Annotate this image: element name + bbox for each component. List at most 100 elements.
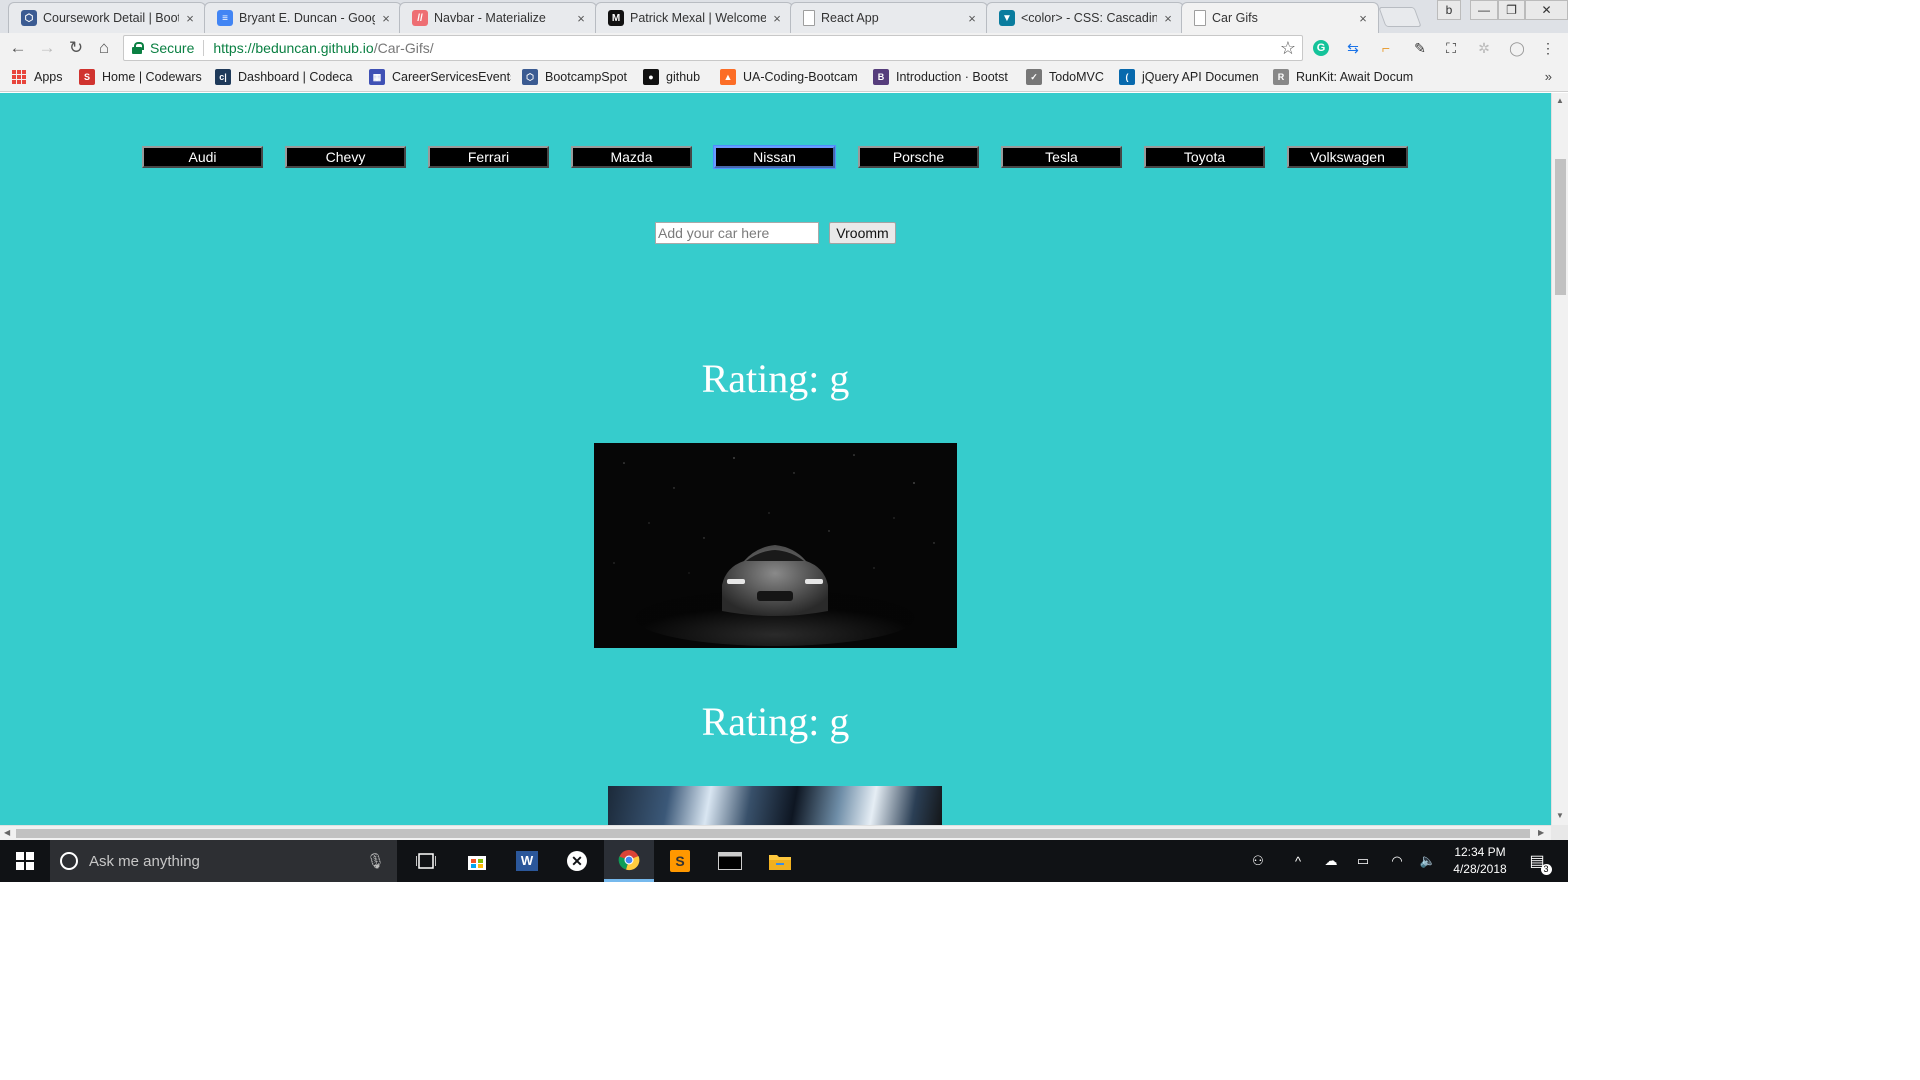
reload-button[interactable]: ↻: [65, 38, 87, 58]
car-button-audi[interactable]: Audi: [142, 146, 263, 168]
scroll-left-icon[interactable]: ◀: [4, 828, 10, 837]
page-viewport: Audi Chevy Ferrari Mazda Nissan Porsche Tesla T…: [0, 93, 1551, 825]
screenshot-icon[interactable]: ⛶: [1441, 38, 1461, 58]
eyedropper-icon[interactable]: ✎: [1410, 38, 1430, 58]
xbox-icon[interactable]: ✕: [553, 840, 601, 882]
close-window-button[interactable]: ✕: [1525, 0, 1568, 20]
browser-tab[interactable]: // Navbar - Materialize ×: [399, 2, 597, 33]
bookmark-item[interactable]: c| Dashboard | Codeca: [215, 68, 355, 86]
wifi-icon[interactable]: ◠: [1386, 840, 1408, 882]
system-clock[interactable]: 12:34 PM 4/28/2018: [1440, 844, 1520, 878]
tab-title: Car Gifs: [1212, 11, 1258, 25]
bookmark-item[interactable]: B Introduction · Bootst: [873, 68, 1013, 86]
grammarly-icon[interactable]: G: [1311, 38, 1331, 58]
bookmark-item[interactable]: ● github: [643, 68, 711, 86]
tab-close-icon[interactable]: ×: [1161, 11, 1175, 26]
cortana-search-box[interactable]: Ask me anything 🎙: [50, 840, 397, 882]
page-icon: [1194, 10, 1206, 26]
sync-arrows-icon[interactable]: ⇆: [1343, 38, 1363, 58]
home-button[interactable]: ⌂: [93, 38, 115, 58]
browser-tab[interactable]: ≡ Bryant E. Duncan - Goog ×: [204, 2, 402, 33]
back-button[interactable]: ←: [7, 38, 29, 58]
nissan-gtr-gif[interactable]: [594, 443, 957, 648]
more-bookmarks-icon[interactable]: »: [1545, 69, 1552, 84]
scroll-up-icon[interactable]: ▲: [1556, 96, 1564, 105]
scroll-down-icon[interactable]: ▼: [1556, 811, 1564, 820]
bookmark-item[interactable]: ✓ TodoMVC: [1026, 68, 1110, 86]
battery-icon[interactable]: ▭: [1352, 840, 1374, 882]
vertical-scrollbar[interactable]: ▲ ▼: [1551, 93, 1568, 825]
windows-start-icon[interactable]: [0, 840, 50, 882]
car-button-nissan[interactable]: Nissan: [713, 145, 836, 169]
bootstrap-icon: B: [873, 69, 889, 85]
car-racing-gif[interactable]: [608, 786, 942, 825]
browser-tab[interactable]: M Patrick Mexal | Welcome ×: [595, 2, 793, 33]
scroll-right-icon[interactable]: ▶: [1538, 828, 1544, 837]
bookmark-label: jQuery API Documen: [1142, 70, 1259, 84]
browser-tab[interactable]: Car Gifs ×: [1181, 2, 1379, 33]
vroomm-submit-button[interactable]: Vroomm: [829, 222, 896, 244]
url-host: https://beduncan.github.io: [213, 40, 374, 56]
microphone-icon[interactable]: 🎙: [366, 852, 385, 870]
onedrive-cloud-icon[interactable]: ☁: [1320, 840, 1342, 882]
gitlab-icon: ▲: [720, 69, 736, 85]
car-button-mazda[interactable]: Mazda: [571, 146, 692, 168]
people-icon[interactable]: ⚇: [1246, 840, 1270, 882]
address-bar[interactable]: Secure https://beduncan.github.io/Car-Gi…: [123, 35, 1303, 61]
bookmark-item[interactable]: ▲ UA-Coding-Bootcam: [720, 68, 860, 86]
tab-close-icon[interactable]: ×: [770, 11, 784, 26]
scrollbar-corner: [1551, 825, 1568, 840]
new-tab-button[interactable]: [1378, 7, 1422, 27]
browser-tab[interactable]: React App ×: [790, 2, 988, 33]
bookmark-item[interactable]: ( jQuery API Documen: [1119, 68, 1259, 86]
forward-button[interactable]: →: [36, 38, 58, 58]
vertical-scroll-thumb[interactable]: [1555, 159, 1566, 295]
tab-close-icon[interactable]: ×: [574, 11, 588, 26]
action-center-icon[interactable]: ▤ 3: [1522, 840, 1552, 882]
chrome-menu-icon[interactable]: ⋮: [1538, 38, 1558, 58]
volume-icon[interactable]: 🔈: [1417, 840, 1439, 882]
tab-close-icon[interactable]: ×: [183, 11, 197, 26]
horizontal-scroll-thumb[interactable]: [16, 829, 1530, 838]
bookmark-star-icon[interactable]: ☆: [1280, 38, 1296, 59]
google-docs-icon: ≡: [217, 10, 233, 26]
runkit-icon: R: [1273, 69, 1289, 85]
browser-tab[interactable]: ▼ <color> - CSS: Cascading ×: [986, 2, 1184, 33]
show-hidden-icons-chevron-icon[interactable]: ^: [1288, 840, 1308, 882]
terminal-icon[interactable]: [706, 840, 754, 882]
bookmark-label: RunKit: Await Docum: [1296, 70, 1413, 84]
paint-roller-icon[interactable]: ⌐: [1376, 38, 1396, 58]
bookmark-item[interactable]: S Home | Codewars: [79, 68, 207, 86]
car-button-volkswagen[interactable]: Volkswagen: [1287, 146, 1408, 168]
bookmark-item[interactable]: Apps: [11, 68, 69, 86]
restore-button[interactable]: ❐: [1498, 0, 1525, 20]
file-explorer-icon[interactable]: [756, 840, 804, 882]
bootcampspot-icon: ⬡: [522, 69, 538, 85]
bookmark-item[interactable]: R RunKit: Await Docum: [1273, 68, 1413, 86]
profile-icon[interactable]: b: [1437, 0, 1461, 20]
extension-puzzle-icon[interactable]: ✲: [1474, 38, 1494, 58]
sublime-text-icon[interactable]: S: [656, 840, 704, 882]
task-view-icon[interactable]: [405, 840, 447, 882]
bookmark-item[interactable]: ▦ CareerServicesEvents: [369, 68, 511, 86]
cortana-placeholder: Ask me anything: [89, 852, 200, 870]
minimize-button[interactable]: —: [1470, 0, 1498, 20]
store-icon[interactable]: [453, 840, 501, 882]
car-button-toyota[interactable]: Toyota: [1144, 146, 1265, 168]
horizontal-scrollbar[interactable]: ◀ ▶: [0, 825, 1551, 840]
word-icon[interactable]: W: [503, 840, 551, 882]
car-button-chevy[interactable]: Chevy: [285, 146, 406, 168]
tab-close-icon[interactable]: ×: [1356, 11, 1370, 26]
m-logo-icon: M: [608, 10, 624, 26]
tab-close-icon[interactable]: ×: [965, 11, 979, 26]
chrome-icon[interactable]: [604, 840, 654, 882]
car-button-ferrari[interactable]: Ferrari: [428, 146, 549, 168]
car-button-tesla[interactable]: Tesla: [1001, 146, 1122, 168]
car-name-input[interactable]: [655, 222, 819, 244]
bookmark-item[interactable]: ⬡ BootcampSpot: [522, 68, 634, 86]
car-button-porsche[interactable]: Porsche: [858, 146, 979, 168]
browser-tab[interactable]: ⬡ Coursework Detail | Boot ×: [8, 2, 206, 33]
tab-close-icon[interactable]: ×: [379, 11, 393, 26]
extension-circle-icon[interactable]: ◯: [1507, 38, 1527, 58]
jquery-icon: (: [1119, 69, 1135, 85]
